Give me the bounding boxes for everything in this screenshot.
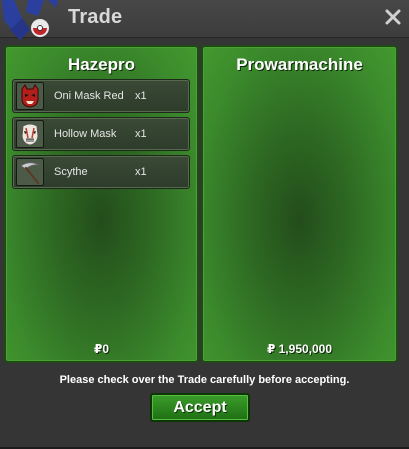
trade-item-oni-mask-red[interactable]: Oni Mask Red x1 [12,79,190,113]
window-title: Trade [68,6,123,28]
left-trade-panel: Hazepro Oni Mask Red x1 Hollow Mask x1 S… [4,45,199,363]
close-icon [385,9,401,25]
trade-item-scythe[interactable]: Scythe x1 [12,155,190,189]
right-trade-panel: Prowarmachine ₽ 1,950,000 [201,45,398,363]
item-name: Oni Mask Red [54,90,124,102]
right-money-offer: ₽ 1,950,000 [266,342,333,356]
item-quantity: x1 [135,128,147,140]
left-player-name: Hazepro [67,55,136,74]
item-name: Hollow Mask [54,128,117,140]
item-name: Scythe [54,166,88,178]
close-button[interactable] [384,8,402,26]
hollow-mask-icon [16,120,44,148]
item-quantity: x1 [135,90,147,102]
accept-button[interactable]: Accept [150,393,250,422]
game-logo-icon [2,0,58,40]
scythe-icon [16,158,44,186]
trade-window: Trade Hazepro Oni Mask Red x1 Hollow Mas… [0,0,409,449]
left-money-offer: ₽0 [93,342,110,356]
trade-item-hollow-mask[interactable]: Hollow Mask x1 [12,117,190,151]
trade-notice: Please check over the Trade carefully be… [59,374,350,386]
right-player-name: Prowarmachine [236,55,363,74]
item-quantity: x1 [135,166,147,178]
oni-mask-red-icon [16,82,44,110]
left-item-list: Oni Mask Red x1 Hollow Mask x1 Scythe x1 [12,79,190,193]
